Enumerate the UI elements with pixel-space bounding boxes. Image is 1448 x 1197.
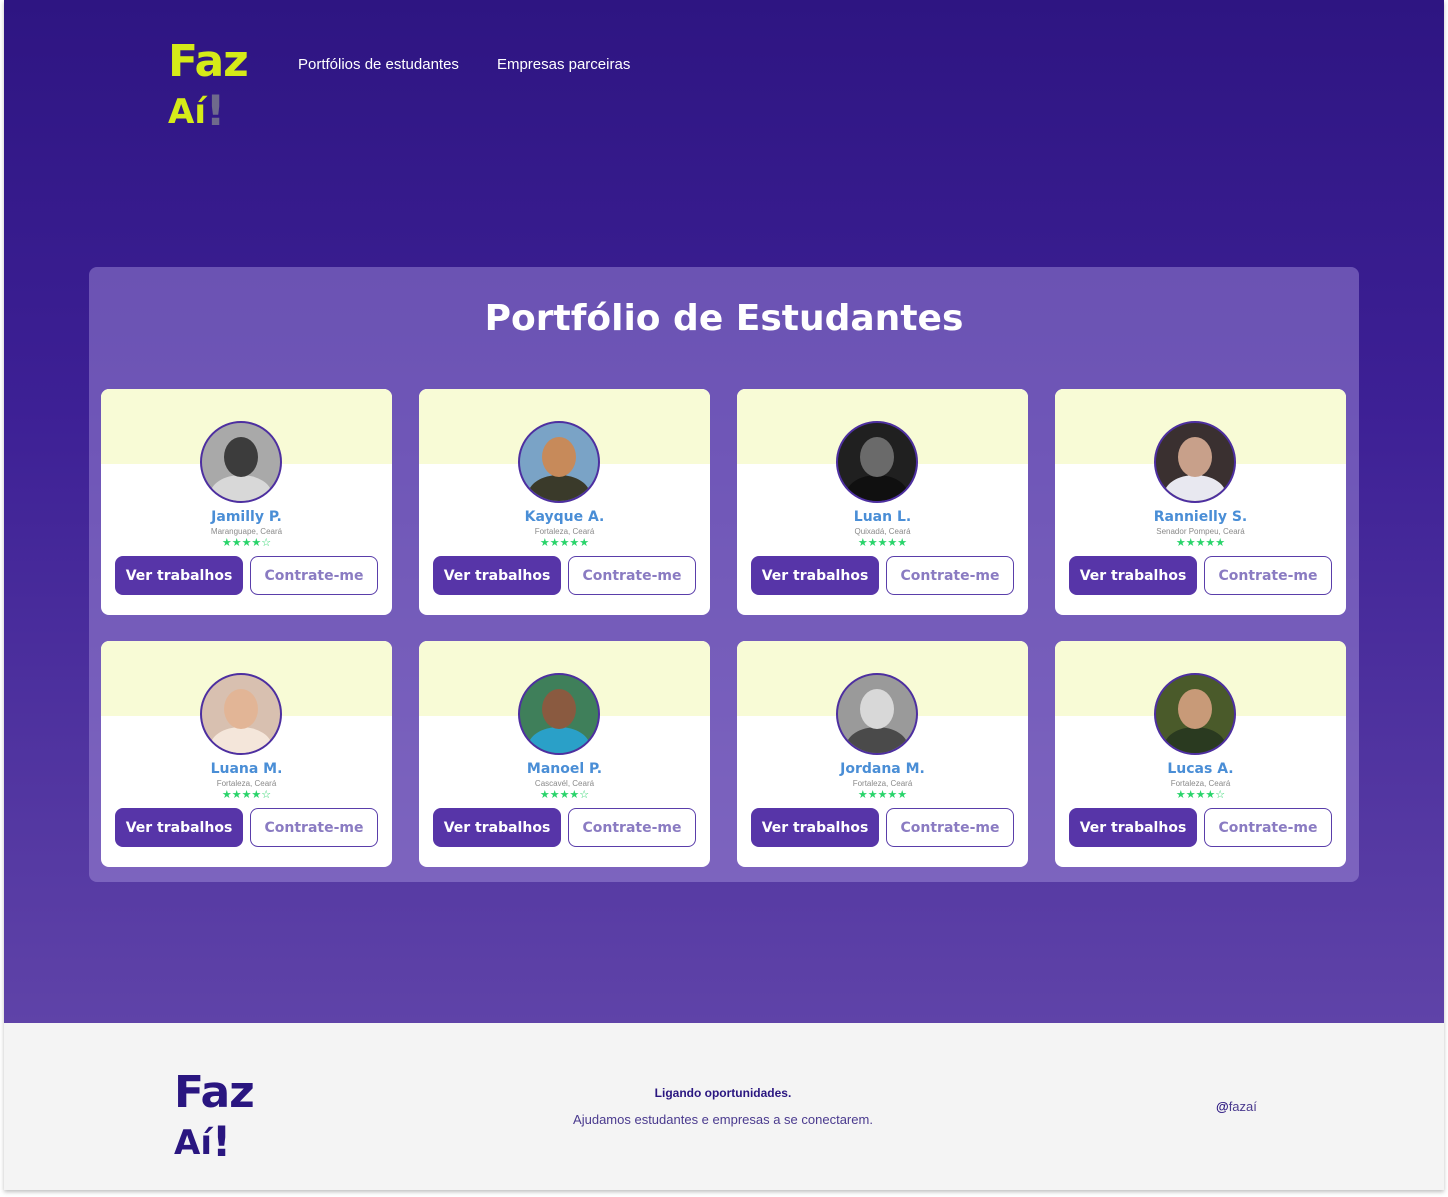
hire-me-button[interactable]: Contrate-me bbox=[1204, 808, 1332, 847]
avatar-face bbox=[542, 689, 576, 729]
logo-line2: Aí! bbox=[168, 86, 226, 135]
footer-tagline: Ligando oportunidades. bbox=[654, 1086, 792, 1100]
avatar-face bbox=[1178, 689, 1212, 729]
avatar-face bbox=[860, 437, 894, 477]
student-name: Jamilly P. bbox=[211, 509, 282, 525]
avatar[interactable] bbox=[1154, 673, 1236, 755]
view-work-button[interactable]: Ver trabalhos bbox=[115, 556, 243, 595]
page-frame: Faz Aí! Portfólios de estudantes Empresa… bbox=[4, 0, 1444, 1190]
social-handle[interactable]: @fazaí bbox=[1216, 1099, 1257, 1114]
student-card: Luan L. Quixadá, Ceará ★★★★★ Ver trabalhos C… bbox=[737, 389, 1028, 615]
avatar[interactable] bbox=[200, 673, 282, 755]
view-work-button[interactable]: Ver trabalhos bbox=[751, 808, 879, 847]
avatar-face bbox=[224, 689, 258, 729]
student-name: Jordana M. bbox=[840, 761, 925, 777]
rating-stars: ★★★★★ bbox=[539, 536, 590, 549]
nav-partner-companies[interactable]: Empresas parceiras bbox=[497, 56, 630, 73]
student-name: Kayque A. bbox=[524, 509, 605, 525]
hire-me-button[interactable]: Contrate-me bbox=[886, 808, 1014, 847]
logo[interactable]: Faz Aí! bbox=[168, 36, 268, 135]
student-location: Fortaleza, Ceará bbox=[216, 779, 277, 788]
avatar[interactable] bbox=[1154, 421, 1236, 503]
view-work-button[interactable]: Ver trabalhos bbox=[433, 556, 561, 595]
student-location: Maranguape, Ceará bbox=[210, 527, 283, 536]
rating-stars: ★★★★★ bbox=[857, 788, 908, 801]
avatar[interactable] bbox=[836, 673, 918, 755]
student-location: Fortaleza, Ceará bbox=[1170, 779, 1231, 788]
logo-line1: Faz bbox=[168, 36, 249, 87]
student-card: Rannielly S. Senador Pompeu, Ceará ★★★★★ Ve… bbox=[1055, 389, 1346, 615]
student-card: Kayque A. Fortaleza, Ceará ★★★★★ Ver trabal… bbox=[419, 389, 710, 615]
hire-me-button[interactable]: Contrate-me bbox=[250, 556, 378, 595]
footer: Faz Aí! Ligando oportunidades. Ajudamos … bbox=[4, 1023, 1444, 1190]
avatar-body bbox=[528, 727, 590, 753]
student-location: Cascavél, Ceará bbox=[534, 779, 595, 788]
student-card: Jordana M. Fortaleza, Ceará ★★★★★ Ver traba… bbox=[737, 641, 1028, 867]
avatar-face bbox=[542, 437, 576, 477]
student-location: Fortaleza, Ceará bbox=[852, 779, 913, 788]
avatar-body bbox=[1164, 727, 1226, 753]
rating-stars: ★★★★☆ bbox=[221, 536, 272, 549]
rating-stars: ★★★★☆ bbox=[221, 788, 272, 801]
nav-student-portfolios[interactable]: Portfólios de estudantes bbox=[298, 56, 459, 73]
avatar-body bbox=[528, 475, 590, 501]
hire-me-button[interactable]: Contrate-me bbox=[250, 808, 378, 847]
avatar-face bbox=[224, 437, 258, 477]
avatar[interactable] bbox=[836, 421, 918, 503]
student-location: Quixadá, Ceará bbox=[854, 527, 911, 536]
student-location: Fortaleza, Ceará bbox=[534, 527, 595, 536]
student-card: Luana M. Fortaleza, Ceará ★★★★☆ Ver trabalh… bbox=[101, 641, 392, 867]
avatar[interactable] bbox=[518, 673, 600, 755]
student-name: Manoel P. bbox=[526, 761, 603, 777]
view-work-button[interactable]: Ver trabalhos bbox=[433, 808, 561, 847]
avatar-body bbox=[210, 475, 272, 501]
avatar[interactable] bbox=[518, 421, 600, 503]
avatar-body bbox=[846, 475, 908, 501]
rating-stars: ★★★★★ bbox=[857, 536, 908, 549]
student-location: Senador Pompeu, Ceará bbox=[1156, 527, 1245, 536]
avatar-face bbox=[1178, 437, 1212, 477]
hire-me-button[interactable]: Contrate-me bbox=[568, 808, 696, 847]
section-title: Portfólio de Estudantes bbox=[484, 298, 964, 339]
rating-stars: ★★★★☆ bbox=[539, 788, 590, 801]
avatar-body bbox=[1164, 475, 1226, 501]
student-card: Jamilly P. Maranguape, Ceará ★★★★☆ Ver trab… bbox=[101, 389, 392, 615]
rating-stars: ★★★★★ bbox=[1175, 536, 1226, 549]
hire-me-button[interactable]: Contrate-me bbox=[886, 556, 1014, 595]
hire-me-button[interactable]: Contrate-me bbox=[568, 556, 696, 595]
view-work-button[interactable]: Ver trabalhos bbox=[751, 556, 879, 595]
rating-stars: ★★★★☆ bbox=[1175, 788, 1226, 801]
hero-section: Faz Aí! Portfólios de estudantes Empresa… bbox=[4, 0, 1444, 1023]
student-card: Lucas A. Fortaleza, Ceará ★★★★☆ Ver trabalh… bbox=[1055, 641, 1346, 867]
main-nav: Portfólios de estudantes Empresas parcei… bbox=[298, 56, 630, 73]
student-card: Manoel P. Cascavél, Ceará ★★★★☆ Ver trabalh… bbox=[419, 641, 710, 867]
footer-description: Ajudamos estudantes e empresas a se cone… bbox=[573, 1112, 873, 1127]
avatar-face bbox=[860, 689, 894, 729]
avatar[interactable] bbox=[200, 421, 282, 503]
hire-me-button[interactable]: Contrate-me bbox=[1204, 556, 1332, 595]
view-work-button[interactable]: Ver trabalhos bbox=[1069, 808, 1197, 847]
view-work-button[interactable]: Ver trabalhos bbox=[115, 808, 243, 847]
student-name: Luana M. bbox=[210, 761, 283, 777]
student-name: Lucas A. bbox=[1167, 761, 1234, 777]
student-name: Luan L. bbox=[853, 509, 912, 525]
avatar-body bbox=[846, 727, 908, 753]
view-work-button[interactable]: Ver trabalhos bbox=[1069, 556, 1197, 595]
student-name: Rannielly S. bbox=[1153, 509, 1248, 525]
avatar-body bbox=[210, 727, 272, 753]
